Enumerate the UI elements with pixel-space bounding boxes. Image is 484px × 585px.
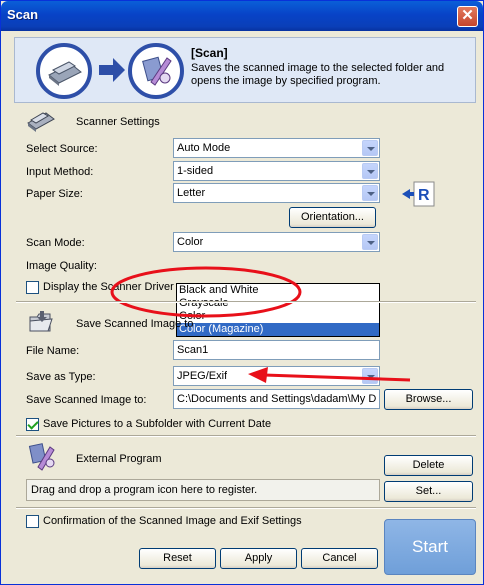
scanner-icon: [26, 107, 56, 133]
select-source-label: Select Source:: [26, 143, 98, 155]
input-method-dropdown[interactable]: 1-sided: [173, 161, 380, 181]
start-button[interactable]: Start: [384, 519, 476, 575]
input-method-value: 1-sided: [177, 165, 214, 177]
save-section-heading: Save Scanned Image to: [76, 318, 194, 330]
arrow-right-icon: [97, 56, 127, 84]
confirmation-label[interactable]: Confirmation of the Scanned Image and Ex…: [43, 515, 302, 527]
annotation-ellipse: [108, 265, 304, 319]
program-circle-icon: [127, 42, 185, 100]
scanner-settings-heading: Scanner Settings: [76, 116, 160, 128]
svg-text:R: R: [418, 187, 430, 204]
program-drop-area[interactable]: Drag and drop a program icon here to reg…: [26, 479, 380, 501]
save-as-type-label: Save as Type:: [26, 371, 96, 383]
delete-button[interactable]: Delete: [384, 455, 473, 476]
banner-description: Saves the scanned image to the selected …: [191, 62, 445, 87]
orientation-button[interactable]: Orientation...: [289, 207, 376, 228]
chevron-down-icon[interactable]: [362, 140, 378, 156]
input-method-label: Input Method:: [26, 166, 94, 178]
save-to-path-field[interactable]: C:\Documents and Settings\dadam\My D: [173, 389, 380, 409]
divider: [16, 507, 476, 509]
browse-button[interactable]: Browse...: [384, 389, 473, 410]
set-button[interactable]: Set...: [384, 481, 473, 502]
folder-icon: [28, 309, 54, 335]
scanner-circle-icon: [35, 42, 93, 100]
file-name-label: File Name:: [26, 345, 80, 357]
scan-mode-dropdown[interactable]: Color: [173, 232, 380, 252]
confirmation-checkbox[interactable]: [26, 515, 39, 528]
header-banner: [Scan] Saves the scanned image to the se…: [14, 37, 476, 103]
subfolder-label[interactable]: Save Pictures to a Subfolder with Curren…: [43, 418, 271, 430]
save-as-type-value: JPEG/Exif: [177, 370, 228, 382]
external-program-icon: [28, 441, 58, 471]
dialog-body: [Scan] Saves the scanned image to the se…: [4, 31, 480, 583]
external-program-heading: External Program: [76, 453, 162, 465]
window-title: Scan: [7, 7, 39, 22]
cancel-button[interactable]: Cancel: [301, 548, 378, 569]
orientation-preview-icon: R: [400, 181, 436, 207]
save-to-path-value: C:\Documents and Settings\dadam\My D: [177, 393, 377, 405]
select-source-value: Auto Mode: [177, 142, 231, 154]
scan-mode-option-selected[interactable]: Color (Magazine): [177, 323, 379, 336]
scan-dialog: Scan ✕ [Scan] Saves the scanned image to…: [0, 0, 484, 585]
save-to-label: Save Scanned Image to:: [26, 394, 147, 406]
chevron-down-icon[interactable]: [362, 234, 378, 250]
chevron-down-icon[interactable]: [362, 185, 378, 201]
apply-button[interactable]: Apply: [220, 548, 297, 569]
close-button[interactable]: ✕: [457, 6, 478, 27]
subfolder-checkbox[interactable]: [26, 418, 39, 431]
paper-size-dropdown[interactable]: Letter: [173, 183, 380, 203]
reset-button[interactable]: Reset: [139, 548, 216, 569]
title-bar[interactable]: Scan ✕: [1, 1, 483, 31]
chevron-down-icon[interactable]: [362, 163, 378, 179]
image-quality-label: Image Quality:: [26, 260, 97, 272]
file-name-input[interactable]: Scan1: [173, 340, 380, 360]
divider: [16, 301, 476, 303]
display-driver-checkbox[interactable]: [26, 281, 39, 294]
banner-title: [Scan]: [191, 46, 228, 60]
paper-size-value: Letter: [177, 187, 206, 199]
scan-mode-label: Scan Mode:: [26, 237, 85, 249]
file-name-value: Scan1: [177, 344, 209, 356]
select-source-dropdown[interactable]: Auto Mode: [173, 138, 380, 158]
divider: [16, 435, 476, 437]
drop-hint-text: Drag and drop a program icon here to reg…: [31, 484, 258, 496]
annotation-arrow: [244, 365, 414, 389]
scan-mode-value: Color: [177, 236, 204, 248]
paper-size-label: Paper Size:: [26, 188, 83, 200]
